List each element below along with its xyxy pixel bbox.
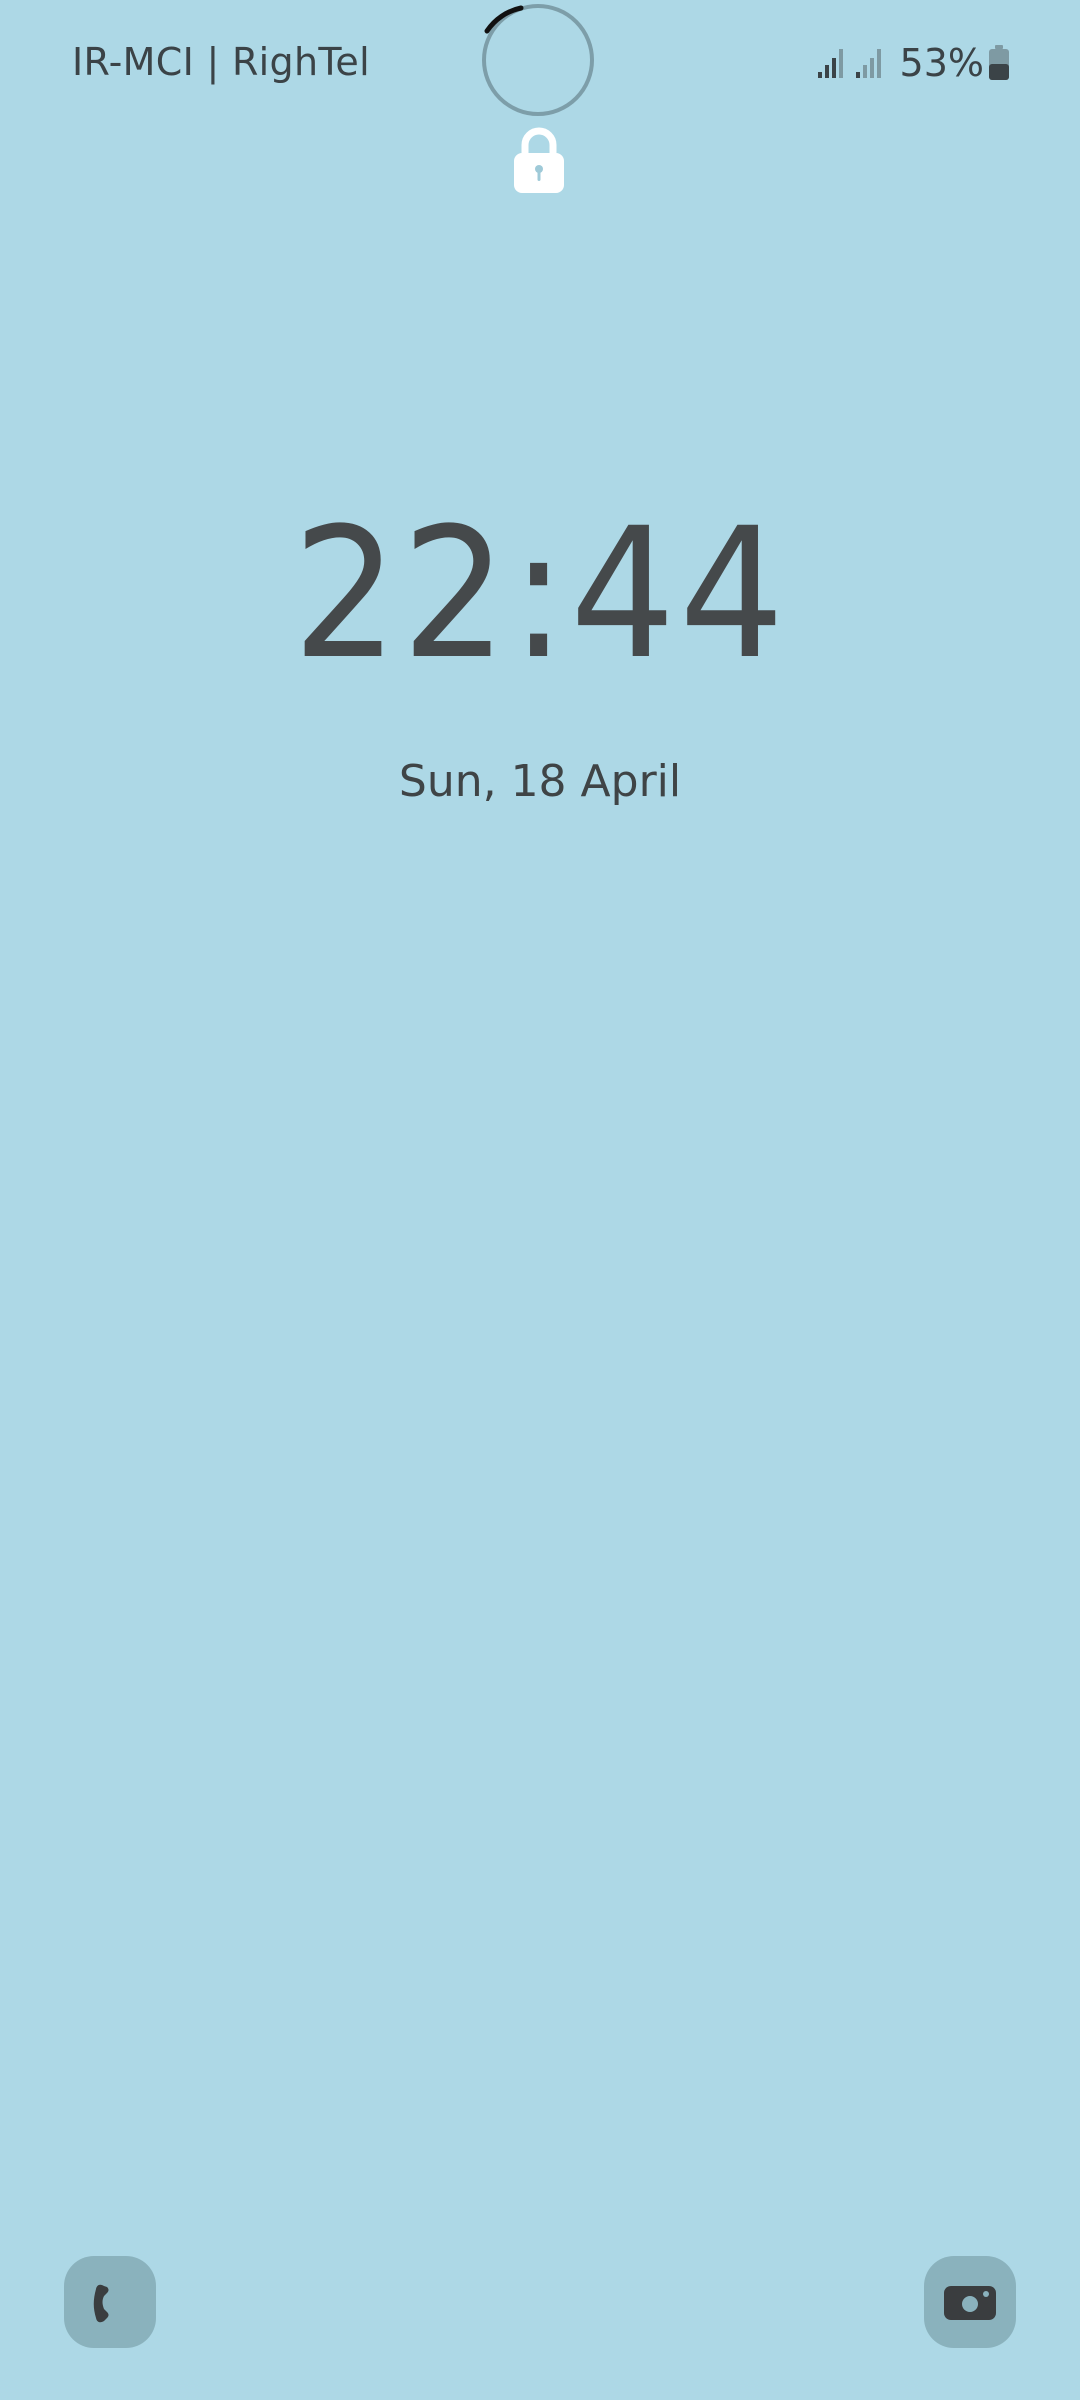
signal-bars-sim1-icon xyxy=(817,49,843,78)
phone-icon xyxy=(93,2284,109,2323)
lockscreen-date: Sun, 18 April xyxy=(398,756,682,807)
carrier-name: IR-MCI | RighTel xyxy=(72,40,370,84)
signal-bars-sim2-icon xyxy=(855,49,881,78)
lock-icon xyxy=(514,127,564,193)
status-bar: IR-MCI | RighTel 53% xyxy=(0,0,1080,193)
phone-shortcut-button[interactable] xyxy=(64,2256,156,2348)
status-right-group: 53% xyxy=(816,38,1010,88)
camera-shortcut-button[interactable] xyxy=(924,2256,1016,2348)
battery-percent: 53% xyxy=(899,41,984,85)
fingerprint-progress-ring xyxy=(482,4,594,116)
clock-time: 22:44 xyxy=(292,490,788,699)
battery-icon xyxy=(989,45,1009,80)
lockscreen-clock: 22:44 xyxy=(0,505,1080,685)
camera-icon xyxy=(944,2286,996,2320)
